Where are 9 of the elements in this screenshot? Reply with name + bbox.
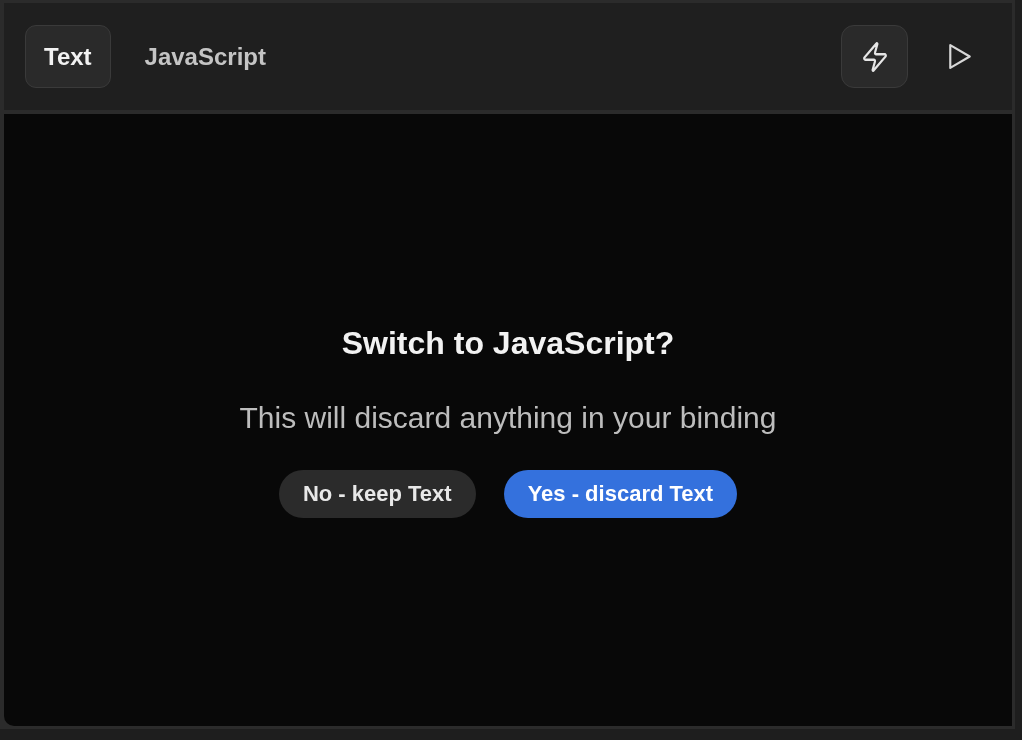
cancel-button[interactable]: No - keep Text <box>278 469 476 518</box>
mode-tab[interactable]: Text <box>25 25 111 88</box>
dialog-title: Switch to JavaScript? <box>341 323 675 363</box>
lightning-icon <box>862 41 887 72</box>
dialog-message: This will discard anything in your binding <box>239 399 777 436</box>
play-icon <box>947 43 972 70</box>
confirm-button[interactable]: Yes - discard Text <box>503 469 738 518</box>
lightning-button[interactable] <box>841 25 908 88</box>
mode-tab[interactable]: JavaScript <box>125 25 285 88</box>
